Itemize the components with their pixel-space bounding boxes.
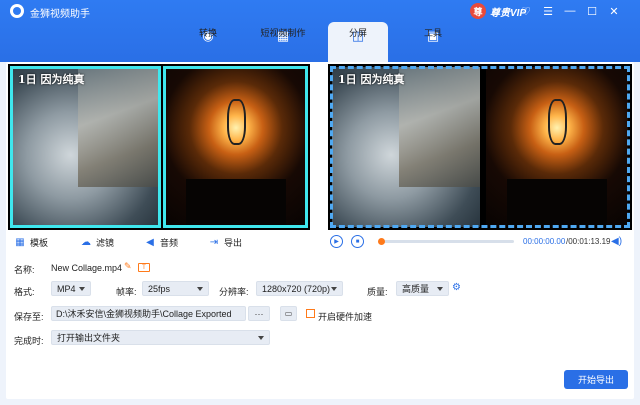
tab-tools[interactable]: ▣ 工具 <box>403 22 463 62</box>
fps-value: 25fps <box>148 283 171 294</box>
export-icon: ⇥ <box>209 236 219 248</box>
start-export-button[interactable]: 开始导出 <box>564 370 628 389</box>
chevron-down-icon <box>331 287 337 291</box>
template-label: 模板 <box>30 237 49 248</box>
favorite-icon[interactable]: ♡ <box>518 3 534 19</box>
chevron-down-icon <box>437 287 443 291</box>
output-preview: 1日 因为纯真 <box>328 64 632 230</box>
volume-icon[interactable]: ◀) <box>611 236 622 247</box>
output-caption: 1日 因为纯真 <box>338 73 405 86</box>
close-button[interactable]: ✕ <box>606 3 622 19</box>
subtitle-icon[interactable]: T <box>138 263 150 272</box>
tab-label: 工具 <box>423 28 442 38</box>
speaker-icon: ◀ <box>146 236 154 248</box>
video-slot-1[interactable] <box>11 67 160 227</box>
current-time: 00:00:00.00 <box>523 237 566 246</box>
chevron-down-icon <box>197 287 203 291</box>
menu-icon[interactable]: ☰ <box>540 3 556 19</box>
filter-button[interactable]: ☁ 滤镜 <box>80 234 114 250</box>
quality-select[interactable]: 高质量 <box>396 281 449 296</box>
export-tab-button[interactable]: ⇥ 导出 <box>208 234 242 250</box>
quality-value: 高质量 <box>402 284 430 294</box>
open-folder-icon[interactable]: ▭ <box>280 306 297 321</box>
audio-button[interactable]: ◀ 音频 <box>144 234 178 250</box>
hw-accel-checkbox[interactable] <box>306 309 315 318</box>
stop-button[interactable]: ■ <box>351 235 364 248</box>
play-button[interactable]: ▶ <box>330 235 343 248</box>
template-button[interactable]: ▦ 模板 <box>14 234 48 250</box>
on-complete-select[interactable]: 打开输出文件夹 <box>51 330 270 345</box>
chevron-down-icon <box>79 287 85 291</box>
format-select[interactable]: MP4 <box>51 281 91 296</box>
fps-label: 帧率: <box>116 287 137 297</box>
save-label: 保存至: <box>14 312 44 322</box>
title-bar: 金狮视频助手 尊 尊贵VIP ♡ ☰ — ☐ ✕ ◉ 转换 ▦ 短视频制作 ◫ … <box>0 0 640 62</box>
save-path-input[interactable]: D:\沐禾安信\金狮视频助手\Collage Exported <box>51 306 246 321</box>
template-icon: ▦ <box>15 236 25 248</box>
quality-label: 质量: <box>367 287 388 297</box>
fps-select[interactable]: 25fps <box>142 281 209 296</box>
tab-label: 分屏 <box>348 28 367 38</box>
browse-button[interactable]: ··· <box>248 306 270 321</box>
resolution-value: 1280x720 (720p) <box>262 283 331 294</box>
app-title: 金狮视频助手 <box>30 9 90 20</box>
file-name: New Collage.mp4 <box>51 263 123 273</box>
minimize-button[interactable]: — <box>562 3 578 19</box>
main-panel: 1日 因为纯真 1日 因为纯真 ▦ 模板 ☁ 滤镜 ◀ 音频 ⇥ 导出 ▶ ■ … <box>6 62 634 399</box>
hw-accel-label: 开启硬件加速 <box>318 312 373 322</box>
chevron-down-icon <box>258 336 264 340</box>
format-label: 格式: <box>14 287 35 297</box>
cloud-filter-icon: ☁ <box>81 236 91 248</box>
vip-crown-icon: 尊 <box>470 3 486 19</box>
total-time: /00:01:13.19 <box>566 237 611 246</box>
tab-short-video[interactable]: ▦ 短视频制作 <box>253 22 313 62</box>
tab-label: 转换 <box>198 28 217 38</box>
on-complete-value: 打开输出文件夹 <box>57 333 121 343</box>
tab-convert[interactable]: ◉ 转换 <box>178 22 238 62</box>
video-slot-2[interactable] <box>165 67 307 227</box>
audio-label: 音频 <box>160 237 179 248</box>
app-logo-icon <box>10 4 24 18</box>
resolution-label: 分辨率: <box>219 287 249 297</box>
on-complete-label: 完成时: <box>14 336 44 346</box>
maximize-button[interactable]: ☐ <box>584 3 600 19</box>
output-slot-1 <box>332 67 480 227</box>
edit-name-icon[interactable]: ✎ <box>124 261 132 272</box>
gear-icon[interactable]: ⚙ <box>452 282 461 293</box>
output-slot-2 <box>486 67 628 227</box>
format-value: MP4 <box>57 283 76 294</box>
tab-label: 短视频制作 <box>260 28 306 38</box>
resolution-select[interactable]: 1280x720 (720p) <box>256 281 343 296</box>
progress-handle[interactable] <box>378 238 385 245</box>
name-label: 名称: <box>14 265 35 275</box>
tab-split-screen[interactable]: ◫ 分屏 <box>328 22 388 62</box>
edit-preview[interactable]: 1日 因为纯真 <box>8 64 310 230</box>
export-label: 导出 <box>224 237 243 248</box>
filter-label: 滤镜 <box>96 237 115 248</box>
preview-caption: 1日 因为纯真 <box>18 73 85 86</box>
progress-bar[interactable] <box>378 238 514 245</box>
